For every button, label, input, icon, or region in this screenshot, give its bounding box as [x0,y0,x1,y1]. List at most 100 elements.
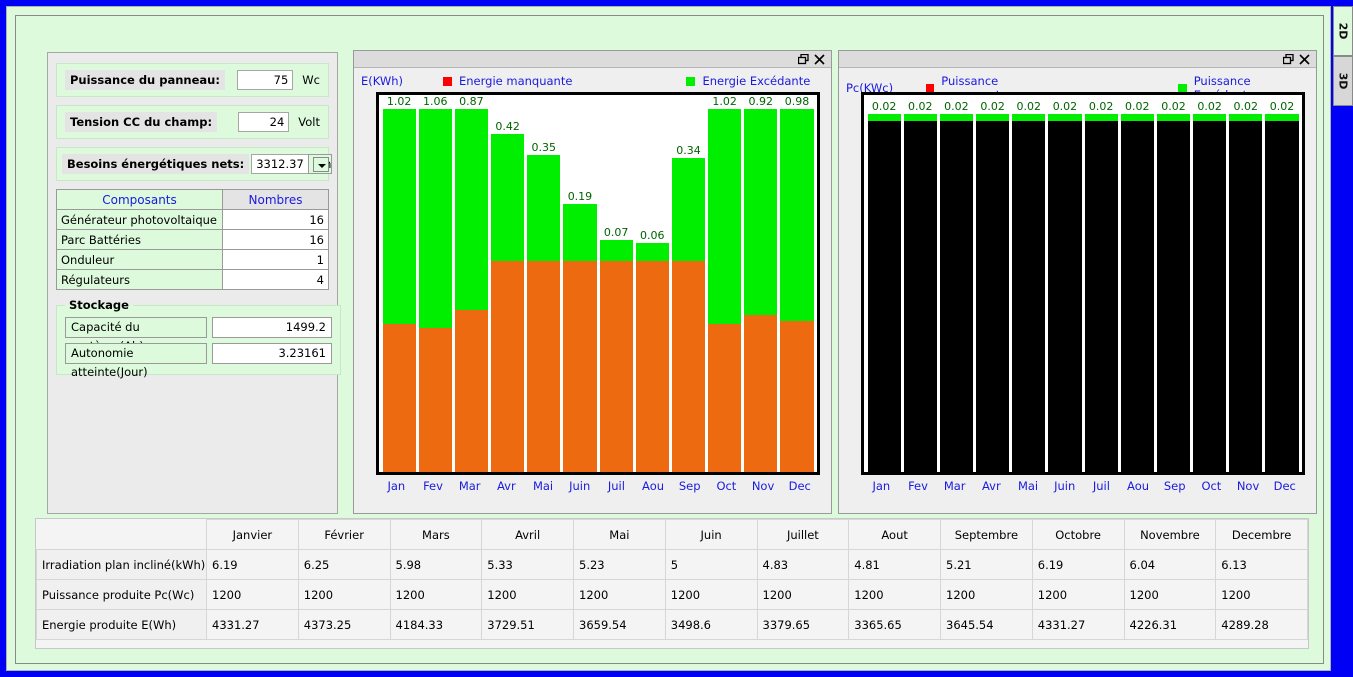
bar-segment-excess [1156,113,1191,122]
grid-cell[interactable]: 5.98 [389,549,483,580]
energy-chart-window: E(KWh) Energie manquante Energie Excédan… [353,50,832,514]
bar-value-label: 1.02 [712,95,737,108]
grid-cell[interactable]: 5.23 [573,549,666,580]
bar-group: 0.02 [1156,95,1191,472]
application-inner-panel: Puissance du panneau: 75 Wc Tension CC d… [15,15,1324,664]
energy-chart-yaxis-label: E(KWh) [361,74,404,88]
grid-cell[interactable]: 5.21 [940,549,1033,580]
bar-segment-base [1229,121,1263,472]
grid-cell[interactable]: 1200 [573,579,666,610]
grid-cell[interactable]: 4331.27 [1031,609,1125,640]
power-chart-plot-area: 0.02 0.02 0.02 0.02 0.02 0.02 0.02 0.02 0.02 0.02… [861,92,1305,475]
grid-cell[interactable]: 1200 [389,579,483,610]
bar-segment-base [976,121,1010,472]
close-icon[interactable] [811,52,827,67]
grid-cell[interactable]: 4184.33 [389,609,483,640]
grid-cell[interactable]: 1200 [848,579,941,610]
grid-cell[interactable]: 1200 [1031,579,1125,610]
grid-cell[interactable]: 4289.28 [1215,609,1308,640]
bar-segment-excess [454,109,489,311]
bar-value-label: 0.35 [531,141,557,155]
grid-column-header: Mars [389,519,483,550]
table-row: Irradiation plan incliné(kWh) 6.19 6.25 5.9… [36,549,1308,580]
bar-value-label: 0.02 [1269,99,1295,113]
component-name: Générateur photovoltaique [56,209,223,230]
grid-cell[interactable]: 3729.51 [481,609,574,640]
bar-group: 0.02 [1193,95,1227,472]
bar-group: 0.02 [903,95,937,472]
grid-cell[interactable]: 1200 [940,579,1033,610]
grid-cell[interactable]: 3365.65 [848,609,941,640]
grid-cell[interactable]: 6.19 [1031,549,1125,580]
panel-power-input[interactable]: 75 [236,70,294,90]
grid-cell[interactable]: 4.81 [848,549,941,580]
bar-group: 0.02 [867,95,901,472]
grid-cell[interactable]: 5 [664,549,758,580]
panel-power-unit: Wc [302,73,320,87]
close-icon[interactable] [1296,52,1312,67]
bar-value-label: 0.02 [1197,99,1222,113]
grid-cell[interactable]: 4226.31 [1123,609,1217,640]
grid-cell[interactable]: 3645.54 [940,609,1033,640]
monthly-data-header-row: Janvier Février Mars Avril Mai Juin Juillet Aou… [36,519,1308,550]
net-needs-unit-select[interactable]: Wh [307,154,333,174]
component-count[interactable]: 4 [222,269,329,290]
grid-cell[interactable]: 6.19 [206,549,299,580]
component-count[interactable]: 16 [222,229,329,250]
net-needs-input[interactable]: 3312.37 [251,154,308,174]
x-axis-tick-label: Jan [387,479,406,493]
grid-cell[interactable]: 6.25 [297,549,391,580]
bar-segment-base [708,324,742,472]
grid-cell[interactable]: 1200 [206,579,299,610]
grid-cell[interactable]: 3498.6 [664,609,758,640]
component-name: Parc Battéries [56,229,223,250]
power-chart-window: Pc(KWc) Puissance manquante Puissance Ex… [838,50,1317,514]
grid-cell[interactable]: 6.04 [1123,549,1217,580]
grid-cell[interactable]: 1200 [481,579,574,610]
grid-cell[interactable]: 4331.27 [206,609,299,640]
grid-cell[interactable]: 5.33 [481,549,574,580]
bar-group: 0.19 [563,95,597,472]
energy-chart-titlebar[interactable] [354,51,831,68]
tab-3d[interactable]: 3D [1333,56,1353,106]
bar-segment-base [527,260,561,472]
bar-value-label: 1.02 [386,95,412,108]
grid-cell[interactable]: 3659.54 [573,609,666,640]
power-chart-titlebar[interactable] [839,51,1316,68]
bar-value-label: 0.34 [676,144,701,158]
monthly-data-grid[interactable]: Janvier Février Mars Avril Mai Juin Juillet Aou… [35,518,1309,649]
x-axis-tick-label: Nov [751,479,775,493]
grid-cell[interactable]: 1200 [1123,579,1217,610]
grid-cell[interactable]: 1200 [664,579,758,610]
field-voltage-input[interactable]: 24 [238,112,290,132]
bar-value-label: 0.02 [980,99,1005,113]
storage-capacity-value[interactable]: 1499.2 [212,317,332,338]
bar-segment-excess [1084,113,1118,122]
storage-autonomy-value[interactable]: 3.23161 [212,343,332,364]
grid-column-header: Mai [573,519,666,550]
grid-cell[interactable]: 1200 [297,579,391,610]
tab-3d-label: 3D [1336,72,1350,90]
grid-cell[interactable]: 3379.65 [756,609,850,640]
power-chart-bars: 0.02 0.02 0.02 0.02 0.02 0.02 0.02 0.02 0.02 0.02… [864,95,1302,472]
restore-icon[interactable] [1280,52,1296,67]
field-voltage-group: Tension CC du champ: 24 Volt [56,105,329,139]
component-count[interactable]: 16 [222,209,329,230]
grid-cell[interactable]: 1200 [756,579,850,610]
bar-value-label: 0.02 [1233,99,1259,113]
grid-cell[interactable]: 4.83 [756,549,850,580]
grid-cell[interactable]: 4373.25 [297,609,391,640]
legend-swatch-missing [443,76,452,86]
field-voltage-label: Tension CC du champ: [65,112,218,132]
grid-cell[interactable]: 6.13 [1215,549,1308,580]
restore-icon[interactable] [795,52,811,67]
x-axis-tick-label: Dec [1273,479,1296,493]
grid-cell[interactable]: 1200 [1215,579,1308,610]
legend-label-excess: Energie Excédante [702,74,811,88]
chevron-down-icon[interactable] [313,157,330,172]
bar-group: 0.02 [939,95,974,472]
tab-2d[interactable]: 2D [1333,6,1353,56]
component-count[interactable]: 1 [222,249,329,270]
table-row: Onduleur 1 [56,249,329,270]
bar-value-label: 0.02 [944,99,969,113]
